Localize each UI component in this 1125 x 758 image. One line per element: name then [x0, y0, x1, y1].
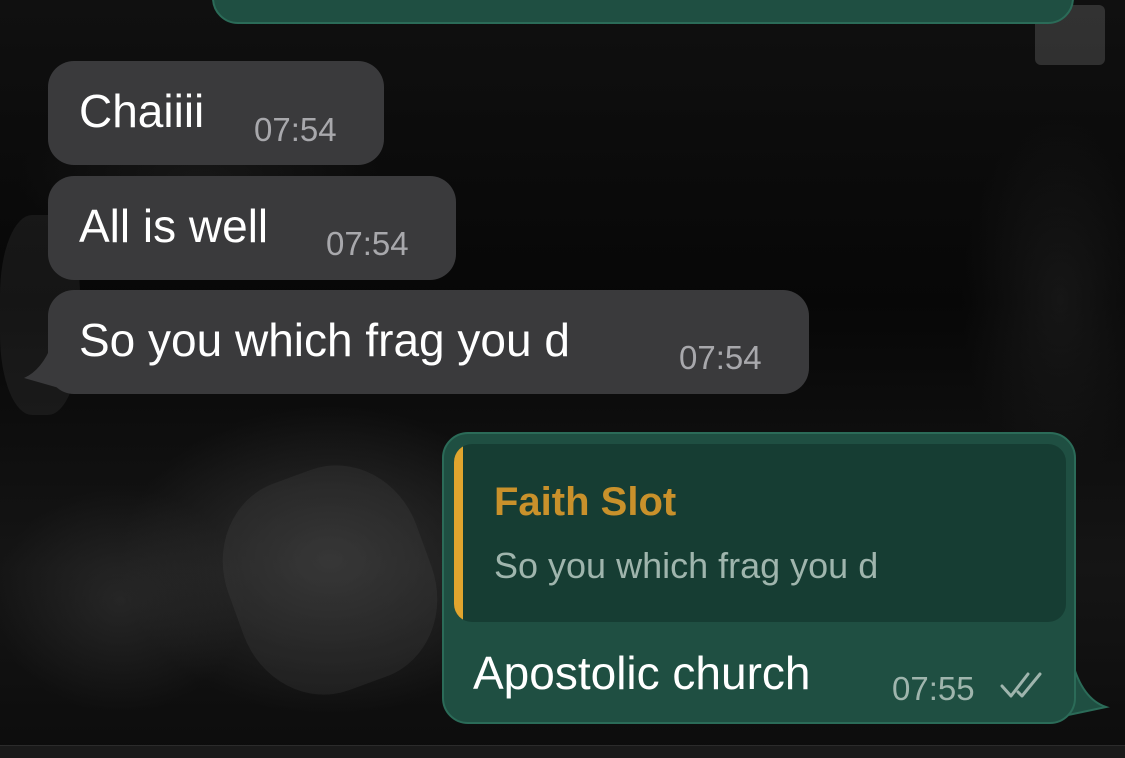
- message-timestamp: 07:54: [679, 339, 762, 376]
- outgoing-message-bubble-partial[interactable]: [212, 0, 1074, 24]
- quoted-message-text: So you which frag you d: [494, 545, 879, 586]
- double-check-icon: [1000, 672, 1042, 698]
- bottom-divider: [0, 745, 1125, 758]
- wallpaper-shape: [198, 442, 462, 718]
- quoted-sender-name: Faith Slot: [494, 480, 677, 524]
- incoming-message-bubble[interactable]: Chaiiii 07:54: [48, 61, 384, 165]
- message-text: Apostolic church: [473, 647, 811, 699]
- message-text: Chaiiii: [79, 85, 205, 137]
- message-text: All is well: [79, 200, 269, 252]
- reply-quote[interactable]: Faith Slot So you which frag you d: [454, 444, 1066, 622]
- message-text: So you which frag you d: [79, 314, 570, 366]
- outgoing-reply-message-bubble[interactable]: Faith Slot So you which frag you d Apost…: [442, 432, 1076, 724]
- incoming-message-bubble[interactable]: All is well 07:54: [48, 176, 456, 280]
- quote-accent-bar: [454, 444, 463, 622]
- incoming-message-bubble[interactable]: So you which frag you d 07:54: [48, 290, 809, 394]
- message-timestamp: 07:54: [326, 225, 409, 262]
- message-timestamp: 07:54: [254, 111, 337, 148]
- message-timestamp: 07:55: [892, 670, 975, 707]
